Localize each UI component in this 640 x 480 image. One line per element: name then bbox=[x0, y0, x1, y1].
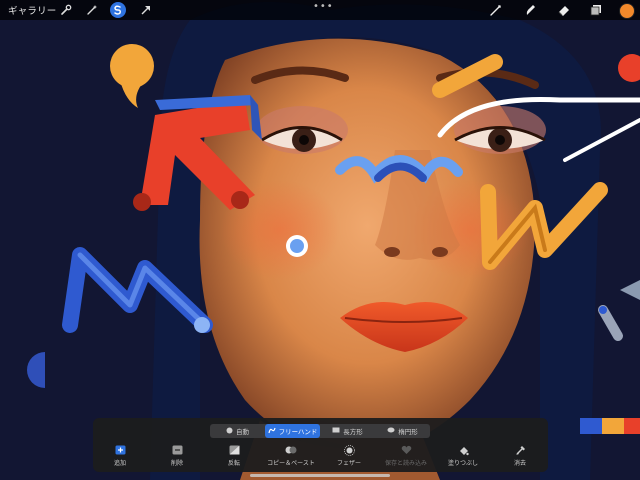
add-icon bbox=[114, 444, 126, 456]
invert-button[interactable]: 反転 bbox=[204, 444, 264, 470]
smudge-icon[interactable] bbox=[522, 2, 538, 18]
fill-icon bbox=[457, 444, 469, 456]
home-indicator bbox=[250, 474, 390, 477]
feather-button[interactable]: フェザー bbox=[319, 444, 379, 470]
gallery-button[interactable]: ギャラリー bbox=[8, 3, 57, 17]
mode-label: フリーハンド bbox=[278, 428, 318, 436]
mode-label: 長方形 bbox=[343, 428, 363, 436]
clear-button[interactable]: 消去 bbox=[490, 444, 550, 470]
clear-icon bbox=[514, 444, 526, 456]
ellipse-icon bbox=[387, 427, 395, 435]
mode-label: 楕円形 bbox=[398, 428, 418, 436]
fill-button[interactable]: 塗りつぶし bbox=[433, 444, 493, 470]
copy-paste-button[interactable]: コピー＆ペースト bbox=[261, 444, 321, 470]
add-button[interactable]: 追加 bbox=[90, 444, 150, 470]
wrench-icon[interactable] bbox=[58, 2, 74, 18]
freehand-icon bbox=[267, 427, 276, 436]
remove-button[interactable]: 削除 bbox=[147, 444, 207, 470]
mode-rectangle[interactable]: 長方形 bbox=[320, 424, 375, 438]
magic-wand-icon[interactable] bbox=[84, 2, 100, 18]
selection-icon[interactable] bbox=[110, 2, 126, 18]
color-icon[interactable] bbox=[619, 3, 635, 19]
mode-freehand[interactable]: フリーハンド bbox=[265, 424, 320, 438]
invert-icon bbox=[228, 444, 240, 456]
remove-icon bbox=[171, 444, 183, 456]
mode-label: 自動 bbox=[236, 428, 249, 436]
layers-icon[interactable] bbox=[588, 2, 604, 18]
selection-actions: 追加 削除 反転 コピー＆ペースト フェザー 保存と読み込み 塗りつぶし 消去 bbox=[93, 444, 548, 470]
brush-icon[interactable] bbox=[488, 2, 504, 18]
rectangle-icon bbox=[332, 427, 340, 435]
mode-ellipse[interactable]: 楕円形 bbox=[375, 424, 430, 438]
eraser-icon[interactable] bbox=[556, 2, 572, 18]
mode-automatic[interactable]: 自動 bbox=[210, 424, 265, 438]
copy-paste-icon bbox=[285, 444, 297, 456]
auto-dot-icon bbox=[226, 427, 233, 436]
selection-panel: 自動 フリーハンド 長方形 楕円形 追加 削除 反転 コピー＆ペースト フェザー… bbox=[93, 418, 548, 472]
selection-mode-segmented-control: 自動 フリーハンド 長方形 楕円形 bbox=[210, 424, 430, 438]
save-load-icon bbox=[400, 444, 412, 456]
transform-arrow-icon[interactable] bbox=[138, 2, 154, 18]
artwork-canvas[interactable] bbox=[0, 0, 640, 480]
more-options-icon[interactable]: ••• bbox=[313, 1, 334, 12]
feather-icon bbox=[343, 444, 355, 456]
save-load-button[interactable]: 保存と読み込み bbox=[376, 444, 436, 470]
